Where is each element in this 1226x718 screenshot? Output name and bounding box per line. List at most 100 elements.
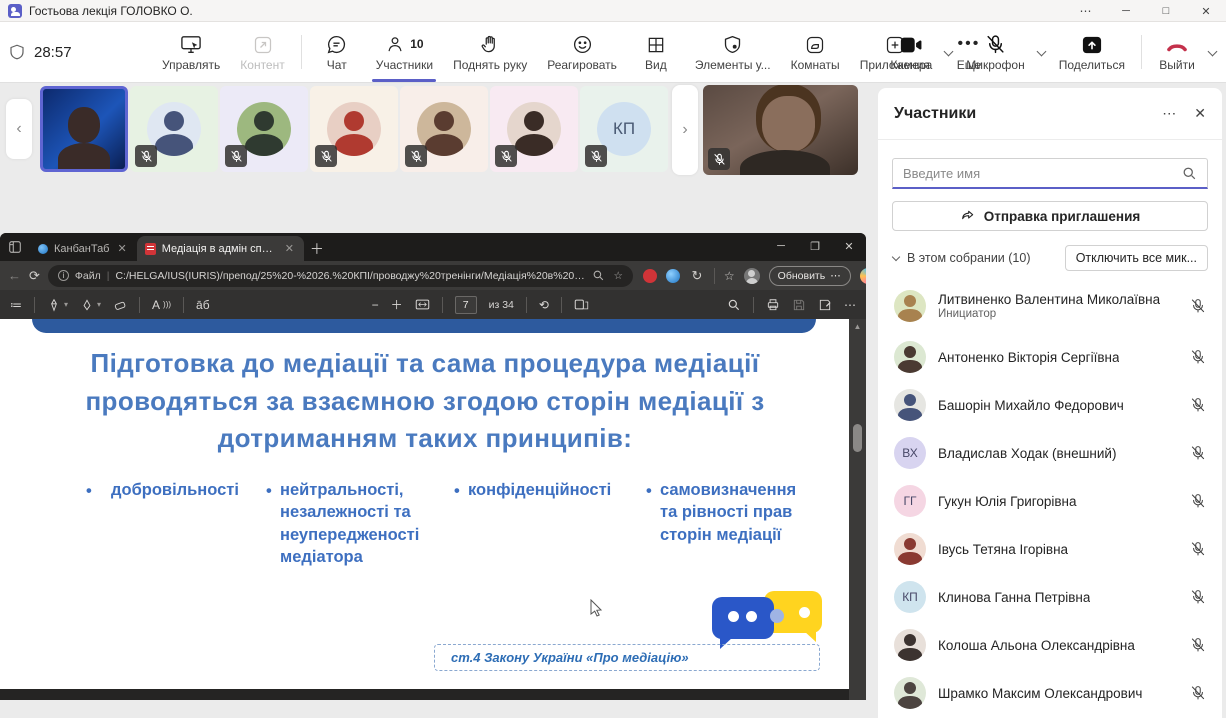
participant-row[interactable]: ГГ Гукун Юлія Григорівна [878,477,1222,525]
shared-screen-browser: КанбанТаб ✕ Медіація в адмін спорах (Лит… [0,233,866,700]
info-icon[interactable]: i [58,270,69,281]
add-favorite-icon[interactable]: ☆ [724,269,735,283]
leave-chevron-icon[interactable] [1206,22,1220,82]
participant-row[interactable]: Колоша Альона Олександрівна [878,621,1222,669]
chat-button[interactable]: Чат [308,22,366,82]
in-meeting-section-label[interactable]: В этом собрании (10) [892,251,1031,265]
refresh-icon[interactable]: ⟳ [29,268,40,284]
content-share-icon [253,33,273,55]
extension-history-icon[interactable]: ↻ [689,268,705,284]
browser-tab-bar: КанбанТаб ✕ Медіація в адмін спорах (Лит… [0,233,866,261]
search-input[interactable] [903,166,1182,181]
search-in-page-icon[interactable] [592,269,605,282]
search-icon[interactable] [1182,166,1197,181]
participant-search[interactable] [892,158,1208,189]
slide-citation: ст.4 Закону України «Про медіацію» [434,644,820,671]
camera-chevron-icon[interactable] [942,22,956,82]
update-browser-button[interactable]: Обновить ⋯ [769,266,851,286]
url-field[interactable]: i Файл | C:/HELGA/IUS(IURIS)/препод/25%2… [48,265,633,287]
meeting-elements-button[interactable]: Элементы у... [685,22,781,82]
participant-row[interactable]: Литвиненко Валентина Миколаївна Инициато… [878,279,1222,333]
video-thumbnail[interactable] [130,86,218,172]
close-icon[interactable]: ✕ [1186,0,1226,22]
tab-preview-icon[interactable] [0,233,30,261]
raise-hand-button[interactable]: Поднять руку [443,22,537,82]
read-aloud-icon[interactable]: A))) [152,298,171,312]
video-thumbnail[interactable] [220,86,308,172]
back-icon[interactable]: ← [8,268,21,283]
tab-close-icon[interactable]: ✕ [115,242,128,255]
share-button[interactable]: Поделиться [1049,22,1135,82]
extension-blue-icon[interactable] [666,269,680,283]
page-number-input[interactable]: 7 [455,296,477,314]
react-button[interactable]: Реагировать [537,22,627,82]
mic-chevron-icon[interactable] [1035,22,1049,82]
mic-muted-icon [985,33,1006,55]
participant-row[interactable]: Башорін Михайло Федорович [878,381,1222,429]
copilot-icon[interactable] [860,268,866,284]
fit-width-icon[interactable] [415,298,430,311]
video-thumbnail[interactable]: КП [580,86,668,172]
mic-muted-badge-icon [135,145,157,167]
maximize-icon[interactable]: □ [1146,0,1186,22]
video-thumbnail[interactable] [490,86,578,172]
video-thumbnail[interactable] [310,86,398,172]
minimize-icon[interactable]: ─ [1106,0,1146,22]
translate-icon[interactable]: а̄б [196,298,210,312]
page-view-icon[interactable] [574,298,589,311]
react-label: Реагировать [547,58,617,72]
filmstrip-prev-button[interactable]: ‹ [6,99,32,159]
scrollbar-thumb[interactable] [853,424,862,452]
participant-row[interactable]: КП Клинова Ганна Петрівна [878,573,1222,621]
mic-button[interactable]: Микрофон [956,22,1034,82]
zoom-out-icon[interactable]: − [372,298,379,312]
participant-name: Антоненко Вікторія Сергіївна [938,350,1119,365]
participant-row[interactable]: Івусь Тетяна Ігорівна [878,525,1222,573]
view-button[interactable]: Вид [627,22,685,82]
panel-close-icon[interactable]: ✕ [1194,105,1206,122]
zoom-in-icon[interactable]: ＋ [391,296,403,313]
draw-pen-icon[interactable]: ▾ [47,298,68,312]
grid-view-icon [646,33,666,55]
highlighter-icon[interactable]: ▾ [80,298,101,312]
pdf-scrollbar[interactable]: ▲ [849,319,866,700]
manage-button[interactable]: Управлять [152,22,230,82]
url-text: C:/HELGA/IUS(IURIS)/препод/25%20-%2026.%… [115,270,586,282]
participants-button[interactable]: 10 Участники [366,22,443,82]
save-as-icon[interactable] [818,298,832,312]
avatar: ВХ [894,437,926,469]
rooms-button[interactable]: Комнаты [781,22,850,82]
featured-video-tile[interactable] [703,85,858,175]
rotate-icon[interactable]: ⟲ [539,298,549,312]
video-thumbnail[interactable] [400,86,488,172]
send-invite-button[interactable]: Отправка приглашения [892,201,1208,231]
titlebar-more-icon[interactable]: ⋯ [1066,4,1106,18]
tab-close-icon[interactable]: ✕ [283,242,296,255]
pdf-more-icon[interactable]: ⋯ [844,298,856,312]
toc-icon[interactable]: ≔ [10,298,22,312]
tab-kanban[interactable]: КанбанТаб ✕ [30,236,137,261]
participant-row[interactable]: Антоненко Вікторія Сергіївна [878,333,1222,381]
camera-button[interactable]: Камера [880,22,942,82]
participant-row[interactable]: Шрамко Максим Олександрович [878,669,1222,717]
search-document-icon[interactable] [727,298,741,312]
browser-restore-icon[interactable]: ❐ [798,233,832,259]
browser-profile-avatar[interactable] [744,268,760,284]
leave-button[interactable]: Выйти [1148,22,1206,82]
new-tab-icon[interactable]: ＋ [304,236,330,261]
eraser-icon[interactable] [113,298,127,312]
scroll-up-icon[interactable]: ▲ [849,322,866,331]
filmstrip-next-button[interactable]: › [672,85,698,175]
browser-minimize-icon[interactable]: ─ [764,233,798,259]
mic-muted-icon [1190,349,1206,365]
tab-mediation-pdf[interactable]: Медіація в адмін спорах (Литв... ✕ [137,236,304,261]
panel-more-icon[interactable]: ⋯ [1162,105,1176,122]
browser-close-icon[interactable]: ✕ [832,233,866,259]
leave-call-icon [1165,33,1189,55]
video-thumbnail[interactable] [40,86,128,172]
participant-row[interactable]: ВХ Владислав Ходак (внешний) [878,429,1222,477]
favorite-star-icon[interactable]: ☆ [613,270,622,282]
print-icon[interactable] [766,298,780,312]
mute-all-button[interactable]: Отключить все мик... [1065,245,1208,271]
extension-red-icon[interactable] [643,269,657,283]
